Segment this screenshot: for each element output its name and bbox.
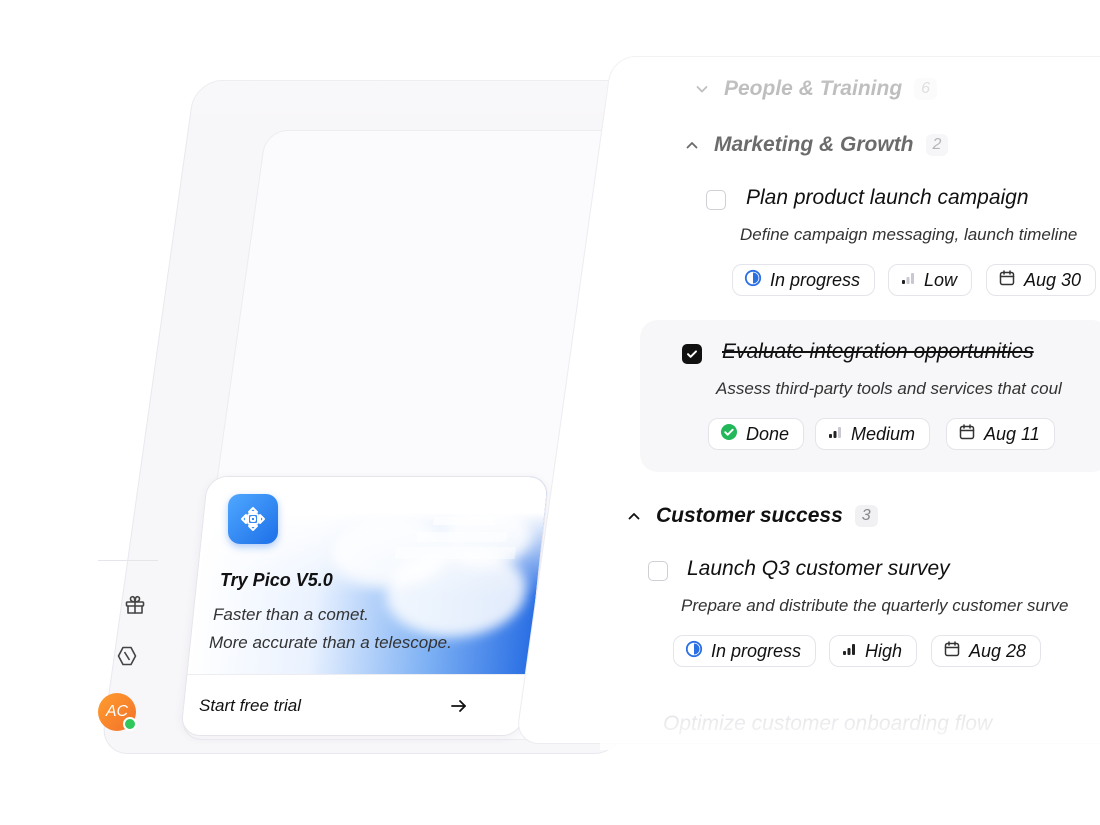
due-date-chip[interactable]: Aug 11 <box>946 418 1055 450</box>
task-checkbox-checked[interactable] <box>682 344 702 364</box>
app-canvas: AC Try Pico V5.0 Faster than a comet. Mo… <box>0 0 1100 825</box>
in-progress-icon <box>685 640 703 663</box>
due-date-chip[interactable]: Aug 28 <box>931 635 1042 667</box>
calendar-icon <box>943 640 961 663</box>
task-description: Prepare and distribute the quarterly cus… <box>681 596 1069 615</box>
task-title[interactable]: Evaluate integration opportunities <box>722 340 1034 364</box>
status-label: Done <box>746 423 790 444</box>
chevron-up-icon <box>624 506 644 526</box>
status-label: In progress <box>770 269 861 290</box>
group-customer-success[interactable]: Customer success 3 <box>624 504 878 528</box>
online-status-dot <box>123 717 137 731</box>
promo-tagline-1: Faster than a comet. <box>213 605 369 624</box>
due-date-label: Aug 30 <box>1024 269 1082 290</box>
calendar-icon <box>958 423 976 446</box>
due-date-label: Aug 11 <box>984 423 1040 444</box>
priority-low-icon <box>900 270 916 291</box>
group-count: 6 <box>914 78 938 100</box>
promo-tagline-2: More accurate than a telescope. <box>209 633 452 652</box>
status-label: In progress <box>711 640 802 661</box>
in-progress-icon <box>744 269 762 292</box>
arrow-right-icon <box>448 695 470 717</box>
group-marketing-growth[interactable]: Marketing & Growth 2 <box>682 133 949 157</box>
due-date-chip[interactable]: Aug 30 <box>986 264 1097 296</box>
group-count: 3 <box>854 505 878 527</box>
task-checkbox[interactable] <box>706 190 726 210</box>
chevron-down-icon <box>692 79 712 99</box>
group-title: People & Training <box>724 77 903 100</box>
start-free-trial-label: Start free trial <box>199 696 302 715</box>
gift-icon[interactable] <box>121 591 149 619</box>
rail-divider <box>98 560 158 561</box>
priority-chip[interactable]: Low <box>888 264 973 296</box>
checkmark-icon <box>687 350 697 358</box>
avatar[interactable]: AC <box>98 693 137 731</box>
status-chip[interactable]: Done <box>708 418 805 450</box>
task-checkbox[interactable] <box>648 561 668 581</box>
status-chip[interactable]: In progress <box>673 635 817 667</box>
chevron-up-icon <box>682 135 702 155</box>
task-description: Define campaign messaging, launch timeli… <box>740 225 1078 244</box>
group-title: Marketing & Growth <box>714 133 914 156</box>
task-title[interactable]: Launch Q3 customer survey <box>687 557 950 581</box>
promo-title: Try Pico V5.0 <box>220 570 333 590</box>
group-title: Customer success <box>656 504 843 527</box>
task-description: Assess third-party tools and services th… <box>716 379 1062 398</box>
status-chip[interactable]: In progress <box>732 264 876 296</box>
group-people-training[interactable]: People & Training 6 <box>692 77 938 101</box>
group-count: 2 <box>925 134 949 156</box>
priority-label: High <box>865 640 903 661</box>
priority-label: Low <box>924 269 958 290</box>
due-date-label: Aug 28 <box>969 640 1027 661</box>
priority-chip[interactable]: Medium <box>815 418 931 450</box>
done-check-icon <box>720 423 738 446</box>
priority-medium-icon <box>827 424 843 445</box>
task-title[interactable]: Plan product launch campaign <box>746 186 1029 210</box>
hexagon-icon[interactable] <box>113 642 141 670</box>
start-free-trial-button[interactable]: Start free trial <box>190 690 480 722</box>
priority-high-icon <box>841 641 857 662</box>
priority-chip[interactable]: High <box>829 635 918 667</box>
pico-logo-icon <box>228 494 278 544</box>
calendar-icon <box>998 269 1016 292</box>
task-title[interactable]: Optimize customer onboarding flow <box>663 712 992 736</box>
priority-label: Medium <box>851 423 916 444</box>
